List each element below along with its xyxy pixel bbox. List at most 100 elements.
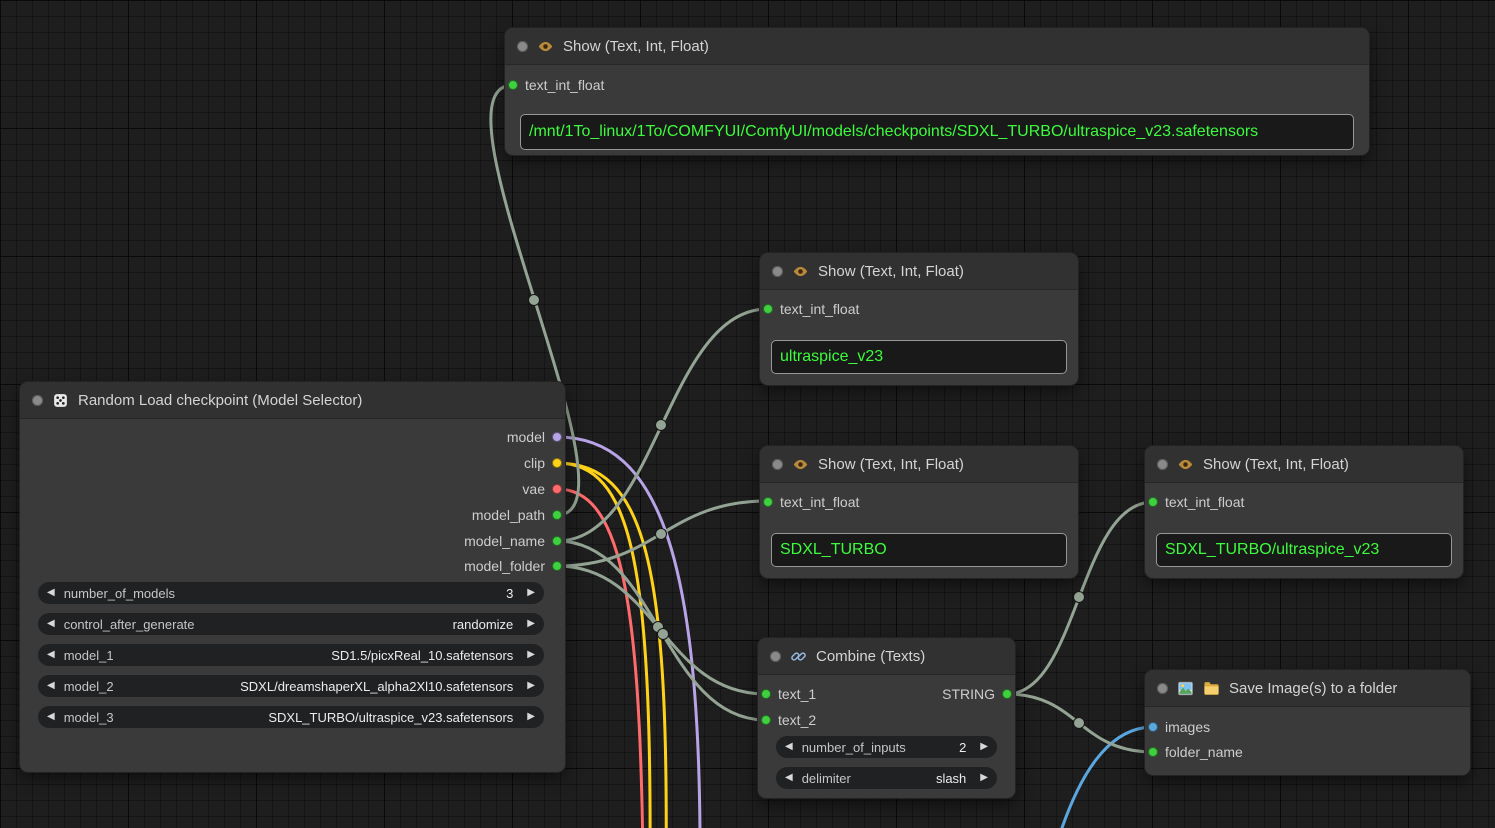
node-header[interactable]: Save Image(s) to a folder (1145, 670, 1470, 707)
node-title: Show (Text, Int, Float) (563, 38, 709, 55)
collapse-toggle[interactable] (32, 395, 43, 406)
input-slot-dot[interactable] (1148, 497, 1158, 507)
output-slot-dot[interactable] (552, 458, 562, 468)
widget-model-2[interactable]: ◀ model_2 SDXL/dreamshaperXL_alpha2Xl10.… (38, 675, 544, 697)
increment-arrow[interactable]: ▶ (527, 588, 535, 598)
link-midpoint-dot (658, 629, 669, 640)
image-icon (1177, 680, 1194, 697)
node-title: Show (Text, Int, Float) (818, 456, 964, 473)
widget-control-after-generate[interactable]: ◀ control_after_generate randomize ▶ (38, 613, 544, 635)
output-slot-label: clip (524, 455, 545, 471)
value-display: /mnt/1To_linux/1To/COMFYUI/ComfyUI/model… (520, 114, 1354, 150)
input-slot-dot[interactable] (508, 80, 518, 90)
link-midpoint-dot (529, 295, 540, 306)
input-slot-dot[interactable] (761, 689, 771, 699)
widget-delimiter[interactable]: ◀ delimiter slash ▶ (776, 767, 997, 789)
node-show-model-folder[interactable]: Show (Text, Int, Float) text_int_float S… (760, 446, 1078, 578)
next-option-arrow[interactable]: ▶ (527, 619, 535, 629)
prev-option-arrow[interactable]: ◀ (47, 712, 55, 722)
output-model-folder[interactable]: model_folder (464, 556, 562, 576)
input-images[interactable]: images (1148, 717, 1210, 737)
collapse-toggle[interactable] (772, 266, 783, 277)
output-model[interactable]: model (507, 427, 562, 447)
output-slot-dot[interactable] (552, 432, 562, 442)
decrement-arrow[interactable]: ◀ (47, 588, 55, 598)
input-text-int-float[interactable]: text_int_float (1148, 492, 1244, 512)
increment-arrow[interactable]: ▶ (980, 742, 988, 752)
node-title: Save Image(s) to a folder (1229, 680, 1397, 697)
link-midpoint-dot (656, 420, 667, 431)
node-save-images-folder[interactable]: Save Image(s) to a folder images folder_… (1145, 670, 1470, 775)
node-header[interactable]: Show (Text, Int, Float) (760, 253, 1078, 290)
value-display: SDXL_TURBO (771, 533, 1067, 567)
next-option-arrow[interactable]: ▶ (527, 712, 535, 722)
eye-icon (1177, 456, 1194, 473)
output-model-path[interactable]: model_path (472, 505, 562, 525)
next-option-arrow[interactable]: ▶ (527, 650, 535, 660)
input-slot-label: text_int_float (1165, 494, 1244, 510)
collapse-toggle[interactable] (1157, 683, 1168, 694)
input-slot-label: text_1 (778, 686, 816, 702)
output-slot-dot[interactable] (552, 561, 562, 571)
next-option-arrow[interactable]: ▶ (980, 773, 988, 783)
output-slot-label: model_name (464, 533, 545, 549)
input-slot-label: text_int_float (780, 301, 859, 317)
output-slot-dot[interactable] (552, 484, 562, 494)
input-text-1[interactable]: text_1 (761, 684, 816, 704)
prev-option-arrow[interactable]: ◀ (47, 619, 55, 629)
widget-label: control_after_generate (64, 617, 195, 632)
node-header[interactable]: Random Load checkpoint (Model Selector) (20, 382, 565, 419)
input-slot-dot[interactable] (1148, 747, 1158, 757)
output-vae[interactable]: vae (522, 479, 562, 499)
graph-canvas[interactable]: Show (Text, Int, Float) text_int_float /… (0, 0, 1495, 828)
widget-label: model_2 (64, 679, 114, 694)
input-slot-dot[interactable] (763, 497, 773, 507)
widget-label: delimiter (802, 771, 851, 786)
widget-label: model_3 (64, 710, 114, 725)
node-header[interactable]: Show (Text, Int, Float) (505, 28, 1369, 65)
widget-value: SDXL_TURBO/ultraspice_v23.safetensors (114, 710, 514, 725)
collapse-toggle[interactable] (772, 459, 783, 470)
input-text-2[interactable]: text_2 (761, 710, 816, 730)
input-folder-name[interactable]: folder_name (1148, 742, 1243, 762)
collapse-toggle[interactable] (770, 651, 781, 662)
decrement-arrow[interactable]: ◀ (785, 742, 793, 752)
widget-model-1[interactable]: ◀ model_1 SD1.5/picxReal_10.safetensors … (38, 644, 544, 666)
input-slot-dot[interactable] (761, 715, 771, 725)
value-display: SDXL_TURBO/ultraspice_v23 (1156, 533, 1452, 567)
next-option-arrow[interactable]: ▶ (527, 681, 535, 691)
value-display: ultraspice_v23 (771, 340, 1067, 374)
node-header[interactable]: Show (Text, Int, Float) (760, 446, 1078, 483)
collapse-toggle[interactable] (517, 41, 528, 52)
widget-label: number_of_models (64, 586, 175, 601)
output-string[interactable]: STRING (942, 684, 1012, 704)
output-clip[interactable]: clip (524, 453, 562, 473)
prev-option-arrow[interactable]: ◀ (47, 681, 55, 691)
widget-value: randomize (195, 617, 514, 632)
output-model-name[interactable]: model_name (464, 531, 562, 551)
node-title: Show (Text, Int, Float) (1203, 456, 1349, 473)
output-slot-dot[interactable] (552, 536, 562, 546)
node-show-combined[interactable]: Show (Text, Int, Float) text_int_float S… (1145, 446, 1463, 578)
widget-value: SD1.5/picxReal_10.safetensors (114, 648, 514, 663)
node-show-model-path[interactable]: Show (Text, Int, Float) text_int_float /… (505, 28, 1369, 155)
input-slot-dot[interactable] (1148, 722, 1158, 732)
input-text-int-float[interactable]: text_int_float (763, 492, 859, 512)
input-slot-dot[interactable] (763, 304, 773, 314)
output-slot-dot[interactable] (552, 510, 562, 520)
node-show-model-name[interactable]: Show (Text, Int, Float) text_int_float u… (760, 253, 1078, 385)
input-text-int-float[interactable]: text_int_float (508, 75, 604, 95)
widget-number-of-inputs[interactable]: ◀ number_of_inputs 2 ▶ (776, 736, 997, 758)
prev-option-arrow[interactable]: ◀ (785, 773, 793, 783)
node-header[interactable]: Show (Text, Int, Float) (1145, 446, 1463, 483)
node-combine-texts[interactable]: Combine (Texts) text_1 STRING text_2 ◀ n… (758, 638, 1015, 798)
widget-number-of-models[interactable]: ◀ number_of_models 3 ▶ (38, 582, 544, 604)
output-slot-dot[interactable] (1002, 689, 1012, 699)
link-image (1048, 727, 1153, 828)
node-header[interactable]: Combine (Texts) (758, 638, 1015, 675)
collapse-toggle[interactable] (1157, 459, 1168, 470)
prev-option-arrow[interactable]: ◀ (47, 650, 55, 660)
widget-model-3[interactable]: ◀ model_3 SDXL_TURBO/ultraspice_v23.safe… (38, 706, 544, 728)
input-text-int-float[interactable]: text_int_float (763, 299, 859, 319)
node-random-load-checkpoint[interactable]: Random Load checkpoint (Model Selector) … (20, 382, 565, 772)
